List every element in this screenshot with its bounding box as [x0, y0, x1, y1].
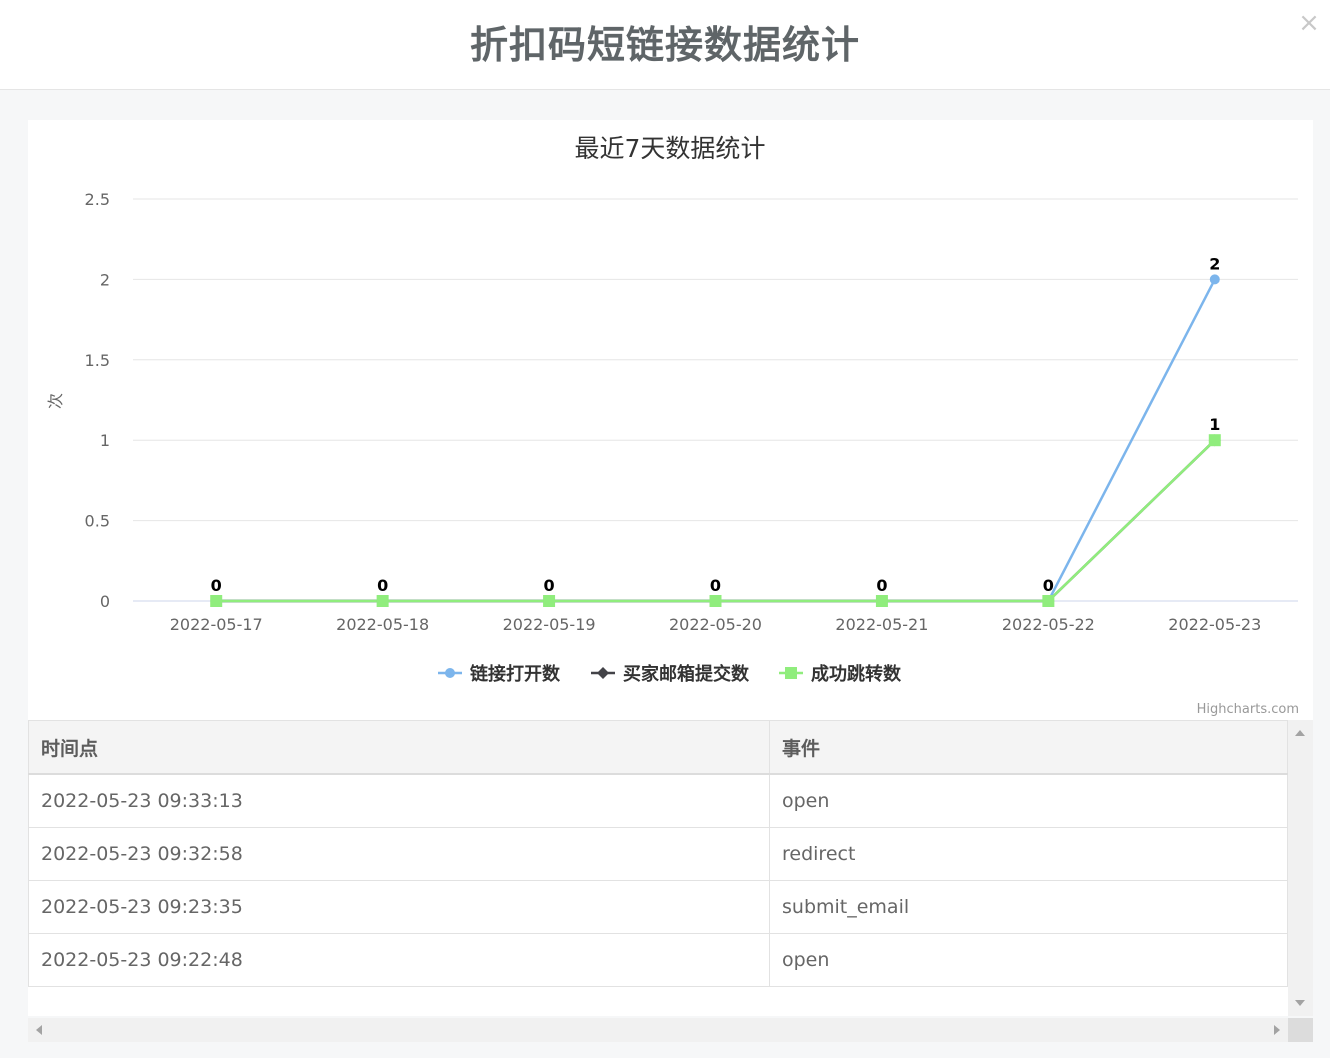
- data-point: [210, 595, 223, 607]
- data-point: [709, 595, 722, 607]
- scroll-up-icon[interactable]: [1295, 730, 1305, 736]
- data-label: 0: [876, 576, 887, 595]
- table-header-row: 时间点 事件: [28, 720, 1288, 775]
- modal-title: 折扣码短链接数据统计: [469, 23, 860, 67]
- legend-label: 成功跳转数: [811, 663, 902, 685]
- scroll-left-icon[interactable]: [36, 1025, 42, 1035]
- y-tick-label: 1.5: [85, 351, 110, 370]
- y-tick-label: 1: [100, 431, 110, 450]
- x-tick-label: 2022-05-22: [1002, 615, 1095, 634]
- x-tick-label: 2022-05-17: [170, 615, 263, 634]
- legend-item[interactable]: 链接打开数: [438, 663, 561, 685]
- legend-marker-icon: [445, 668, 455, 678]
- cell-time: 2022-05-23 09:23:35: [28, 880, 770, 934]
- y-tick-label: 0.5: [85, 512, 110, 531]
- data-label: 2: [1209, 254, 1220, 273]
- line-chart: 最近7天数据统计 0 0.5 1 1.5 2 2.5 2022-05-17 2022-05-…: [46, 134, 1299, 717]
- data-point: [1208, 434, 1221, 447]
- column-header-event[interactable]: 事件: [769, 720, 1288, 775]
- cell-event: open: [769, 933, 1288, 987]
- data-label: 1: [1209, 415, 1220, 434]
- chart-panel: 最近7天数据统计 0 0.5 1 1.5 2 2.5 2022-05-17 2022-05-…: [28, 120, 1313, 720]
- cell-event: submit_email: [769, 880, 1288, 934]
- data-point: [875, 595, 888, 607]
- cell-time: 2022-05-23 09:22:48: [28, 933, 770, 987]
- table-row: 2022-05-23 09:22:48 open: [28, 933, 1288, 987]
- data-point: [1209, 274, 1220, 285]
- data-label: 0: [544, 576, 555, 595]
- data-point: [543, 595, 556, 607]
- cell-time: 2022-05-23 09:33:13: [28, 773, 770, 828]
- cell-event: open: [769, 773, 1288, 828]
- table-row: 2022-05-23 09:33:13 open: [28, 773, 1288, 828]
- x-tick-label: 2022-05-20: [669, 615, 762, 634]
- x-tick-label: 2022-05-23: [1168, 615, 1261, 634]
- data-label: 0: [1043, 576, 1054, 595]
- x-tick-label: 2022-05-18: [336, 615, 429, 634]
- close-icon[interactable]: ×: [1298, 8, 1320, 38]
- modal-header: 折扣码短链接数据统计 ×: [0, 0, 1330, 90]
- legend-item[interactable]: 买家邮箱提交数: [591, 663, 750, 685]
- legend-label: 买家邮箱提交数: [623, 663, 750, 685]
- legend-item[interactable]: 成功跳转数: [779, 663, 902, 685]
- data-point: [376, 595, 389, 607]
- horizontal-scrollbar[interactable]: [28, 1018, 1288, 1042]
- y-tick-label: 2.5: [85, 190, 110, 209]
- scroll-down-icon[interactable]: [1295, 1000, 1305, 1006]
- cell-event: redirect: [769, 827, 1288, 881]
- legend-label: 链接打开数: [470, 663, 561, 685]
- data-point: [1042, 595, 1055, 607]
- column-header-time[interactable]: 时间点: [28, 720, 770, 775]
- table-row: 2022-05-23 09:23:35 submit_email: [28, 880, 1288, 934]
- chart-title: 最近7天数据统计: [575, 134, 766, 163]
- y-axis-label: 次: [46, 393, 65, 409]
- data-label: 0: [377, 576, 388, 595]
- legend-marker-icon: [597, 667, 609, 679]
- events-table-container: 时间点 事件 2022-05-23 09:33:13 open 2022-05-…: [28, 720, 1313, 1016]
- events-table: 时间点 事件 2022-05-23 09:33:13 open 2022-05-…: [28, 720, 1288, 987]
- table-row: 2022-05-23 09:32:58 redirect: [28, 827, 1288, 881]
- data-label: 0: [710, 576, 721, 595]
- y-tick-label: 0: [100, 592, 110, 611]
- y-tick-label: 2: [100, 270, 110, 289]
- vertical-scrollbar[interactable]: [1288, 720, 1313, 1016]
- chart-credits[interactable]: Highcharts.com: [1197, 702, 1299, 717]
- data-label: 0: [211, 576, 222, 595]
- legend-marker-icon: [785, 667, 797, 679]
- cell-time: 2022-05-23 09:32:58: [28, 827, 770, 881]
- x-tick-label: 2022-05-19: [503, 615, 596, 634]
- x-tick-label: 2022-05-21: [835, 615, 928, 634]
- scrollbar-corner: [1288, 1018, 1313, 1042]
- scroll-right-icon[interactable]: [1274, 1025, 1280, 1035]
